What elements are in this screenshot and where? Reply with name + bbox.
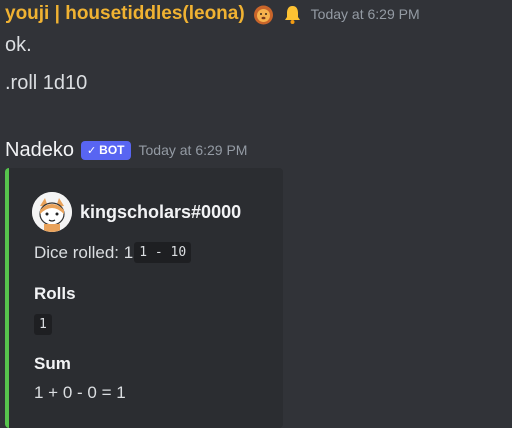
field-name-sum: Sum	[34, 354, 71, 373]
author-avatar-icon[interactable]	[32, 192, 72, 232]
embed-author: kingscholars#0000	[32, 192, 241, 232]
embed-accent-bar	[5, 168, 9, 428]
message-text-1: ok.	[5, 34, 32, 56]
timestamp: Today at 6:29 PM	[310, 6, 420, 22]
embed-author-name[interactable]: kingscholars#0000	[80, 202, 241, 223]
description-text: Dice rolled: 1	[34, 242, 134, 262]
bell-icon	[282, 4, 303, 25]
username[interactable]: youji | housetiddles(leona)	[5, 3, 245, 25]
embed-description: Dice rolled: 1 1 - 10	[34, 242, 192, 263]
field-value-rolls: 1	[34, 314, 52, 335]
message-header: youji | housetiddles(leona) Today at 6:2…	[5, 0, 510, 28]
message-text-2: .roll 1d10	[5, 72, 88, 94]
bot-badge: ✓ BOT	[80, 140, 131, 160]
message-header: Nadeko ✓ BOT Today at 6:29 PM	[5, 136, 510, 164]
description-code: 1 - 10	[134, 242, 192, 263]
timestamp: Today at 6:29 PM	[138, 142, 248, 158]
lion-emoji-icon	[253, 4, 274, 25]
message-youji: youji | housetiddles(leona) Today at 6:2…	[5, 0, 510, 96]
field-name-rolls: Rolls	[34, 284, 76, 303]
embed: kingscholars#0000 Dice rolled: 1 1 - 10 …	[5, 168, 283, 428]
bot-badge-label: BOT	[99, 143, 125, 157]
check-icon: ✓	[86, 144, 97, 157]
field-value-sum: 1 + 0 - 0 = 1	[34, 383, 126, 402]
username[interactable]: Nadeko	[5, 139, 74, 162]
message-nadeko: Nadeko ✓ BOT Today at 6:29 PM	[5, 136, 510, 164]
